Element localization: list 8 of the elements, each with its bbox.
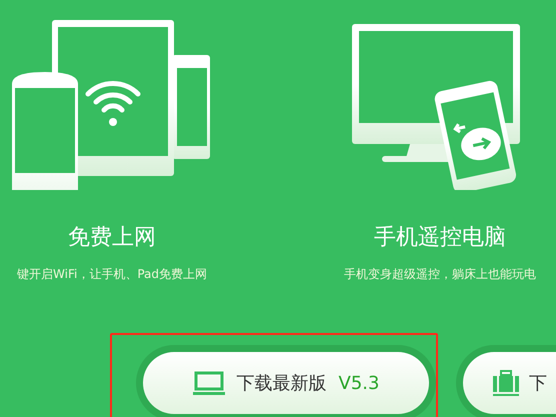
download-button[interactable]: 下 — [463, 352, 556, 414]
download-button[interactable]: 下载最新版 V5.3 — [143, 352, 429, 414]
feature-description: 手机变身超级遥控，躺床上也能玩电 — [344, 266, 536, 283]
feature-description: 键开启WiFi，让手机、Pad免费上网 — [17, 266, 207, 283]
feature-title: 手机遥控电脑 — [374, 224, 506, 252]
laptop-icon — [192, 371, 225, 395]
briefcase-icon — [493, 370, 519, 396]
feature-title: 免费上网 — [68, 224, 156, 252]
